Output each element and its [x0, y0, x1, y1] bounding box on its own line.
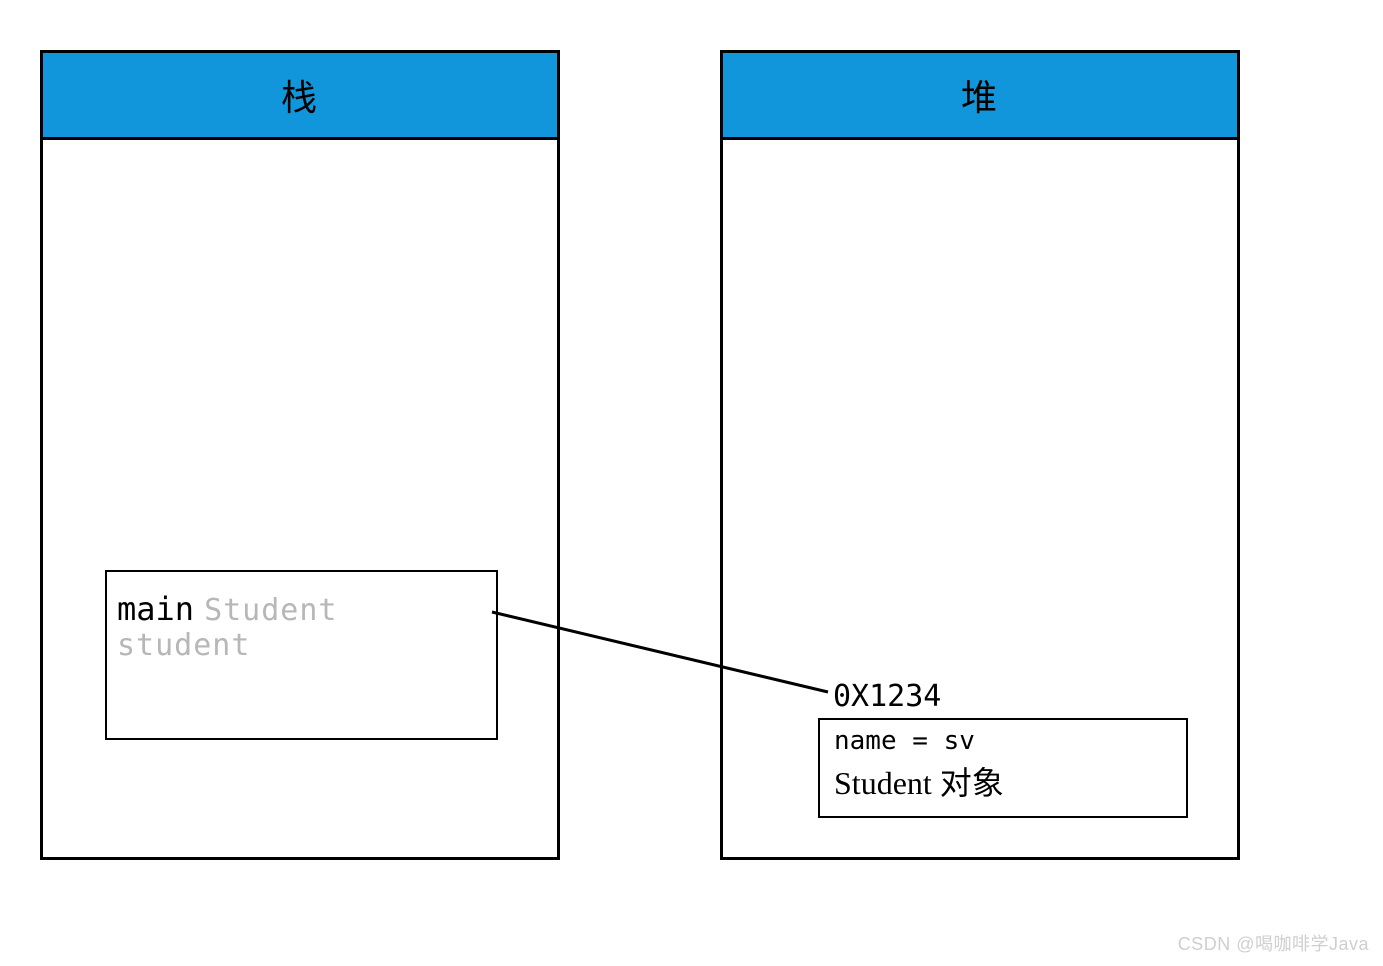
stack-frame-name: main [117, 590, 194, 628]
heap-panel: 堆 0X1234 name = sv Student 对象 [720, 50, 1240, 860]
heap-title: 堆 [961, 69, 999, 121]
heap-header: 堆 [723, 53, 1237, 140]
stack-title: 栈 [281, 69, 319, 121]
stack-header: 栈 [43, 53, 557, 140]
stack-frame-main: main Student student [105, 570, 498, 740]
heap-object-field: name = sv [834, 726, 1172, 756]
heap-address: 0X1234 [833, 679, 941, 714]
heap-object-box: name = sv Student 对象 [818, 718, 1188, 818]
watermark: CSDN @喝咖啡学Java [1178, 930, 1369, 956]
heap-object-type: Student 对象 [834, 758, 1172, 804]
stack-panel: 栈 main Student student [40, 50, 560, 860]
